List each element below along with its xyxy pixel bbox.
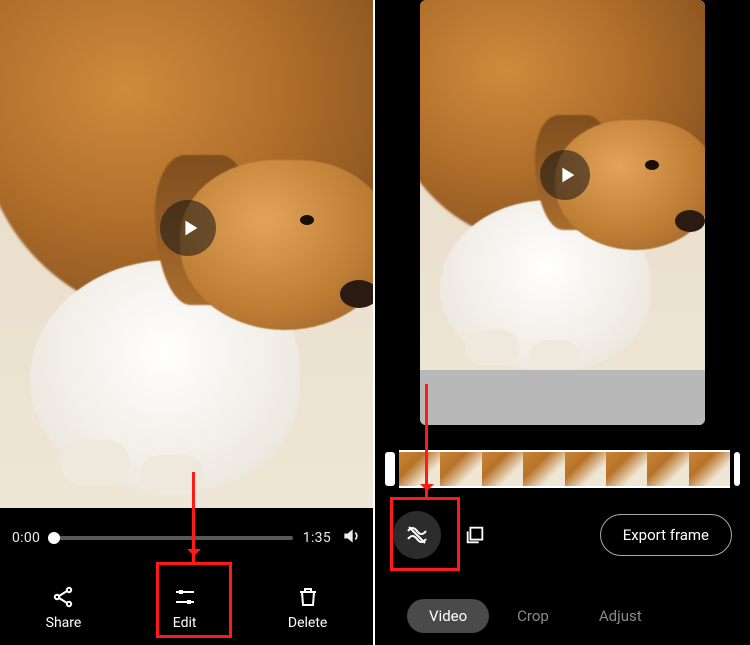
edit-label: Edit bbox=[173, 615, 197, 631]
bottom-action-bar: Share Edit Delete bbox=[0, 567, 373, 645]
play-button[interactable] bbox=[160, 200, 216, 256]
tab-video-label: Video bbox=[429, 607, 467, 625]
volume-icon bbox=[341, 526, 361, 546]
video-editor-screen: Export frame Video Crop Adjust bbox=[375, 0, 750, 645]
play-icon bbox=[179, 217, 201, 239]
thumbnail-frame-button[interactable] bbox=[455, 515, 495, 555]
delete-button[interactable]: Delete bbox=[288, 585, 327, 631]
share-button[interactable]: Share bbox=[46, 585, 82, 631]
tab-adjust[interactable]: Adjust bbox=[577, 599, 652, 633]
tab-crop[interactable]: Crop bbox=[495, 599, 571, 633]
export-frame-button[interactable]: Export frame bbox=[600, 514, 732, 556]
export-frame-label: Export frame bbox=[623, 526, 709, 544]
timeline-frames[interactable] bbox=[399, 450, 730, 488]
play-button[interactable] bbox=[540, 150, 590, 200]
share-icon bbox=[51, 585, 75, 609]
trim-handle-start[interactable] bbox=[385, 452, 395, 486]
trash-icon bbox=[296, 585, 320, 609]
share-label: Share bbox=[46, 615, 82, 631]
current-time: 0:00 bbox=[12, 530, 40, 546]
frame-export-icon bbox=[464, 524, 486, 546]
total-duration: 1:35 bbox=[303, 530, 331, 546]
play-icon bbox=[556, 164, 578, 186]
tune-icon bbox=[173, 585, 197, 609]
video-thumbnail bbox=[420, 0, 705, 425]
editor-tabs: Video Crop Adjust bbox=[375, 587, 750, 645]
seek-thumb[interactable] bbox=[48, 532, 60, 544]
tab-adjust-label: Adjust bbox=[599, 607, 642, 625]
timeline-strip[interactable] bbox=[375, 450, 750, 488]
seek-slider[interactable] bbox=[50, 536, 293, 540]
video-viewer-screen: 0:00 1:35 Share Edit Delete bbox=[0, 0, 375, 645]
stabilize-icon bbox=[405, 523, 429, 547]
volume-button[interactable] bbox=[341, 526, 361, 550]
delete-label: Delete bbox=[288, 615, 327, 631]
editor-preview[interactable] bbox=[420, 0, 705, 425]
tab-video[interactable]: Video bbox=[407, 599, 489, 633]
edit-button[interactable]: Edit bbox=[173, 585, 197, 631]
video-progress-bar: 0:00 1:35 bbox=[0, 508, 373, 568]
preview-letterbox bbox=[420, 370, 705, 425]
video-area[interactable] bbox=[0, 0, 373, 508]
editor-tool-row: Export frame bbox=[375, 500, 750, 570]
tab-crop-label: Crop bbox=[517, 607, 549, 625]
trim-handle-end[interactable] bbox=[734, 452, 740, 486]
stabilize-button[interactable] bbox=[393, 511, 441, 559]
screenshot-pair: 0:00 1:35 Share Edit Delete bbox=[0, 0, 750, 645]
